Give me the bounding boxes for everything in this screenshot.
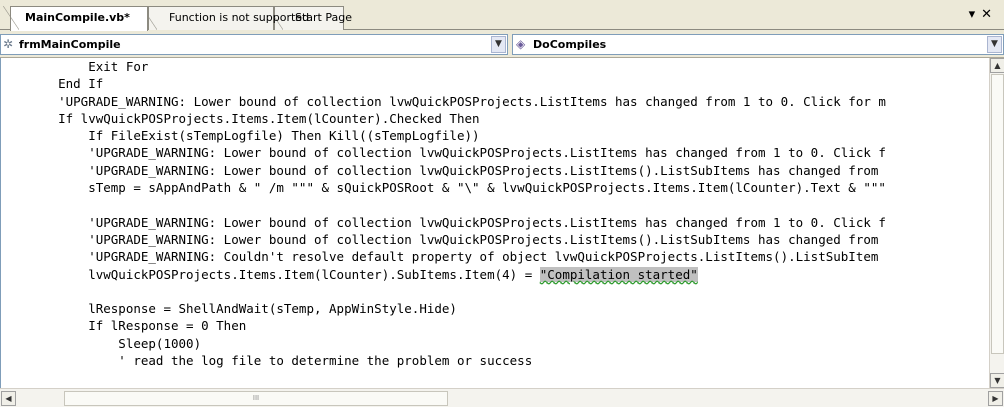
code-line: If lResponse = 0 Then [28, 317, 886, 334]
code-editor[interactable]: Exit For End If 'UPGRADE_WARNING: Lower … [0, 58, 989, 388]
code-line: 'UPGRADE_WARNING: Lower bound of collect… [28, 231, 886, 248]
code-lines: Exit For End If 'UPGRADE_WARNING: Lower … [28, 58, 886, 369]
code-line: 'UPGRADE_WARNING: Lower bound of collect… [28, 214, 886, 231]
tab-label: MainCompile.vb* [25, 11, 130, 24]
code-line: 'UPGRADE_WARNING: Couldn't resolve defau… [28, 248, 886, 265]
tab-controls: ▾✕ [969, 7, 998, 22]
code-text: 'UPGRADE_WARNING: Lower bound of collect… [28, 145, 886, 161]
tab-maincompile[interactable]: MainCompile.vb* [3, 6, 148, 31]
code-line: lvwQuickPOSProjects.Items.Item(lCounter)… [28, 266, 886, 283]
vertical-scrollbar[interactable]: ▲ ▼ [989, 58, 1004, 388]
code-text: End If [28, 76, 104, 92]
code-text: Sleep(1000) [28, 335, 202, 351]
document-tab-strip: MainCompile.vb* Function is not supporte… [0, 0, 1004, 31]
scroll-right-icon[interactable]: ▶ [988, 391, 1003, 406]
code-line: Sleep(1000) [28, 335, 886, 352]
code-line: 'UPGRADE_WARNING: Lower bound of collect… [28, 162, 886, 179]
scroll-down-icon[interactable]: ▼ [990, 373, 1004, 388]
navigation-bar: ✲ frmMainCompile ▼ ◈ DoCompiles ▼ [0, 31, 1004, 58]
code-text: 'UPGRADE_WARNING: Lower bound of collect… [28, 93, 886, 109]
class-name-combo[interactable]: ✲ frmMainCompile ▼ [0, 34, 508, 55]
highlighted-string-literal: "Compilation started" [539, 266, 698, 282]
code-line: ' read the log file to determine the pro… [28, 352, 886, 369]
scroll-left-icon[interactable]: ◀ [1, 391, 16, 406]
code-text: sTemp = sAppAndPath & " /m """ & sQuickP… [28, 180, 886, 196]
method-icon: ◈ [516, 37, 526, 51]
code-text: 'UPGRADE_WARNING: Lower bound of collect… [28, 162, 879, 178]
code-line: End If [28, 75, 886, 92]
code-text: 'UPGRADE_WARNING: Couldn't resolve defau… [28, 249, 879, 265]
code-text: lvwQuickPOSProjects.Items.Item(lCounter)… [28, 266, 540, 282]
tab-function-not-supported[interactable]: Function is not supported [141, 6, 309, 30]
form-class-icon: ✲ [3, 37, 14, 51]
close-icon[interactable]: ✕ [981, 7, 998, 22]
code-text: If FileExist(sTempLogfile) Then Kill((sT… [28, 128, 480, 144]
class-name-value: frmMainCompile [19, 38, 121, 51]
tab-label: Function is not supported [169, 11, 310, 24]
chevron-down-icon[interactable]: ▼ [987, 36, 1002, 53]
code-text: 'UPGRADE_WARNING: Lower bound of collect… [28, 231, 879, 247]
code-line: sTemp = sAppAndPath & " /m """ & sQuickP… [28, 179, 886, 196]
code-text: Exit For [28, 59, 149, 74]
method-name-value: DoCompiles [533, 38, 607, 51]
code-text: lResponse = ShellAndWait(sTemp, AppWinSt… [28, 301, 457, 317]
code-text: If lvwQuickPOSProjects.Items.Item(lCount… [28, 110, 480, 126]
code-line: 'UPGRADE_WARNING: Lower bound of collect… [28, 144, 886, 161]
vertical-scroll-thumb[interactable] [991, 74, 1004, 354]
scroll-up-icon[interactable]: ▲ [990, 58, 1004, 73]
code-line: If lvwQuickPOSProjects.Items.Item(lCount… [28, 110, 886, 127]
horizontal-scroll-thumb[interactable]: III [64, 391, 448, 406]
code-line: Exit For [28, 58, 886, 75]
code-line: If FileExist(sTempLogfile) Then Kill((sT… [28, 127, 886, 144]
code-text: ' read the log file to determine the pro… [28, 353, 533, 369]
chevron-down-icon[interactable]: ▼ [491, 36, 506, 53]
chevron-down-icon[interactable]: ▾ [969, 7, 982, 22]
code-line: lResponse = ShellAndWait(sTemp, AppWinSt… [28, 300, 886, 317]
method-name-combo[interactable]: ◈ DoCompiles ▼ [512, 34, 1004, 55]
code-text: If lResponse = 0 Then [28, 318, 247, 334]
code-text: 'UPGRADE_WARNING: Lower bound of collect… [28, 214, 886, 230]
horizontal-scrollbar[interactable]: ◀ III ▶ [0, 388, 1004, 407]
code-line: 'UPGRADE_WARNING: Lower bound of collect… [28, 93, 886, 110]
